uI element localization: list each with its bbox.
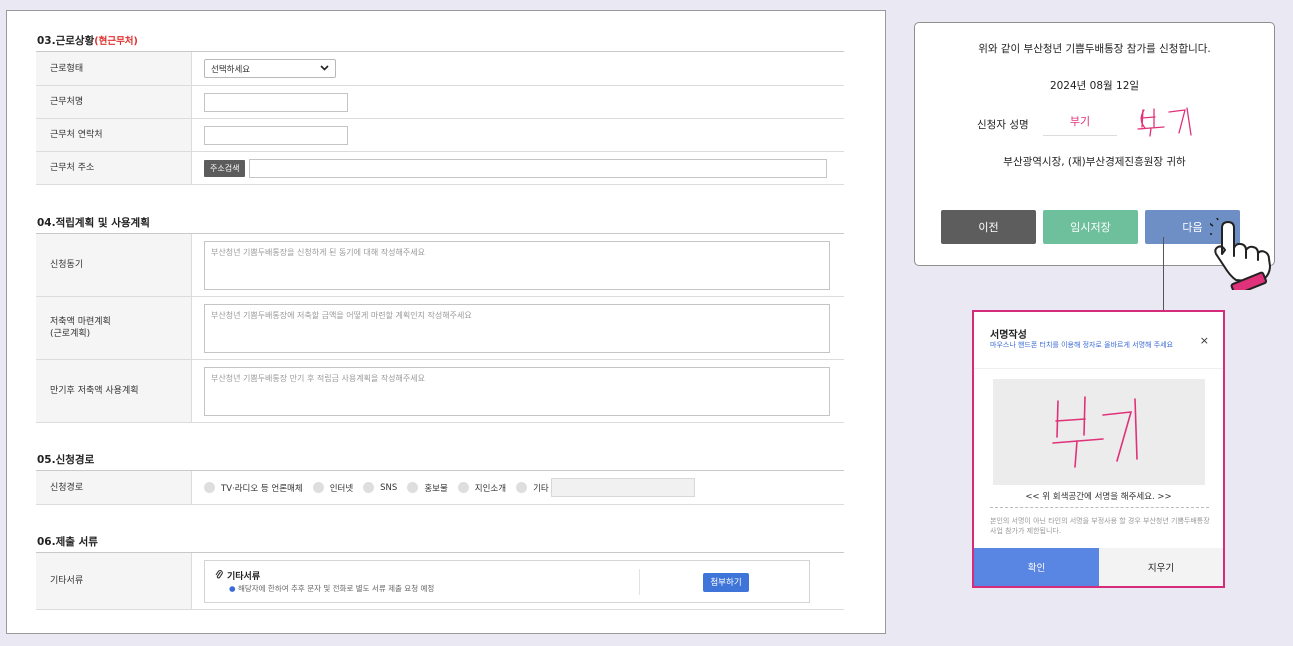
section-title-route: 05.신청경로: [37, 454, 95, 466]
route-other-input[interactable]: [550, 478, 695, 497]
table-row: 신청동기 부산청년 기쁨두배통장을 신청하게 된 동기에 대해 작성해주세요: [36, 234, 844, 297]
table-row: 근무처 주소 주소검색: [36, 152, 844, 185]
route-option-referral[interactable]: 지인소개: [457, 482, 507, 494]
attach-button[interactable]: 첨부하기: [703, 572, 749, 592]
confirm-button[interactable]: 확인: [974, 548, 1099, 586]
table-row: 만기후 저축액 사용계획 부산청년 기쁨두배통장 만기 후 적립금 사용계획을 …: [36, 360, 844, 423]
work-table: 근로형태 선택하세요 근무처명 근무처 연락처 근무처 주소 주소검색: [36, 51, 844, 185]
work-type-select[interactable]: 선택하세요: [204, 59, 336, 78]
saving-plan-label: 저축액 마련계획 (근로계획): [36, 297, 192, 359]
route-label: 신청경로: [36, 471, 192, 504]
modal-title: 서명작성: [990, 330, 1027, 341]
table-row: 저축액 마련계획 (근로계획) 부산청년 기쁨두배통장에 저축할 금액을 어떻게 …: [36, 297, 844, 360]
route-radio-group: TV·라디오 등 언론매체 인터넷 SNS 홍보물 지인소개 기타: [204, 478, 695, 497]
applicant-label: 신청자 성명: [977, 119, 1029, 131]
radio-circle[interactable]: [516, 482, 528, 493]
file-note: ● 해당자에 한하여 추후 문자 및 전화로 별도 서류 제출 요청 예정: [229, 583, 434, 594]
workplace-name-input[interactable]: [204, 92, 348, 112]
modal-subtitle: 마우스나 핸드폰 터치를 이용해 정자로 올바르게 서명해 주세요: [990, 341, 1174, 349]
table-row: 신청경로 TV·라디오 등 언론매체 인터넷 SNS 홍보물 지인소개 기타: [36, 471, 844, 505]
modal-hint: << 위 회색공간에 서명을 해주세요. >>: [1025, 492, 1172, 502]
section-title-plan: 04.적립계획 및 사용계획: [37, 217, 150, 229]
file-note-text: 해당자에 한하여 추후 문자 및 전화로 별도 서류 제출 요청 예정: [237, 583, 435, 593]
close-icon[interactable]: ×: [1200, 334, 1209, 347]
table-row: 근무처 연락처: [36, 119, 844, 152]
motive-textarea[interactable]: 부산청년 기쁨두배통장을 신청하게 된 동기에 대해 작성해주세요: [204, 240, 830, 290]
route-option-internet[interactable]: 인터넷: [312, 482, 354, 494]
signature-canvas[interactable]: [993, 379, 1205, 485]
work-type-label: 근로형태: [36, 52, 192, 85]
route-option-other[interactable]: 기타: [516, 482, 549, 494]
route-option-label: 홍보물: [424, 483, 448, 494]
saving-plan-textarea[interactable]: 부산청년 기쁨두배통장에 저축할 금액을 어떻게 마련할 계획인지 작성해주세요: [204, 303, 830, 353]
table-row: 근로형태 선택하세요: [36, 52, 844, 86]
route-option-media[interactable]: TV·라디오 등 언론매체: [204, 482, 303, 494]
file-upload-box: 기타서류 ● 해당자에 한하여 추후 문자 및 전화로 별도 서류 제출 요청 …: [204, 559, 810, 603]
docs-table: 기타서류 기타서류 ● 해당자에 한하여 추후 문자 및 전화로 별도 서류 제…: [36, 552, 844, 610]
use-plan-textarea[interactable]: 부산청년 기쁨두배통장 만기 후 적립금 사용계획을 작성해주세요: [204, 366, 830, 416]
work-type-select-value: 선택하세요: [211, 64, 251, 75]
saving-plan-label-line2: (근로계획): [50, 329, 91, 339]
workplace-contact-input[interactable]: [204, 125, 348, 145]
connector-line: [1163, 237, 1164, 310]
address-search-button[interactable]: 주소검색: [204, 159, 246, 177]
section-title-note: (현근무처): [94, 36, 138, 47]
confirm-recipient: 부산광역시장, (재)부산경제진흥원장 귀하: [1003, 156, 1186, 168]
chevron-down-icon: [320, 64, 329, 74]
temp-save-button[interactable]: 임시저장: [1043, 210, 1138, 244]
divider: [639, 568, 640, 595]
route-option-label: TV·라디오 등 언론매체: [221, 483, 303, 494]
applicant-name: 부기: [1043, 111, 1117, 136]
signature-modal: 서명작성 마우스나 핸드폰 터치를 이용해 정자로 올바르게 서명해 주세요 ×…: [972, 310, 1225, 588]
plan-table: 신청동기 부산청년 기쁨두배통장을 신청하게 된 동기에 대해 작성해주세요 저…: [36, 233, 844, 423]
saving-plan-label-line1: 저축액 마련계획: [50, 317, 111, 327]
radio-circle[interactable]: [457, 482, 469, 493]
bullet-icon: ●: [229, 583, 238, 593]
radio-circle[interactable]: [407, 482, 419, 493]
file-title: 기타서류: [227, 571, 261, 582]
table-row: 근무처명: [36, 86, 844, 119]
workplace-address-input[interactable]: [249, 158, 828, 178]
route-option-label: 기타: [533, 483, 549, 494]
confirm-date: 2024년 08월 12일: [1049, 80, 1140, 92]
divider: [974, 368, 1223, 369]
hand-pointer-icon: [1207, 215, 1276, 296]
section-title-work: 03.근로상황(현근무처): [37, 35, 138, 47]
radio-circle[interactable]: [312, 482, 324, 493]
docs-label: 기타서류: [36, 553, 192, 609]
confirm-statement: 위와 같이 부산청년 기쁨두배통장 참가를 신청합니다.: [978, 43, 1211, 55]
radio-circle[interactable]: [204, 482, 215, 493]
workplace-name-label: 근무처명: [36, 86, 192, 118]
table-row: 기타서류 기타서류 ● 해당자에 한하여 추후 문자 및 전화로 별도 서류 제…: [36, 553, 844, 610]
workplace-contact-label: 근무처 연락처: [36, 119, 192, 151]
route-option-label: 지인소개: [474, 483, 507, 494]
route-option-flyer[interactable]: 홍보물: [407, 482, 448, 494]
route-option-label: SNS: [380, 482, 398, 493]
signature-image[interactable]: [1135, 105, 1199, 141]
divider: [990, 507, 1209, 508]
route-table: 신청경로 TV·라디오 등 언론매체 인터넷 SNS 홍보물 지인소개 기타: [36, 470, 844, 505]
clear-button[interactable]: 지우기: [1099, 548, 1223, 586]
use-plan-label: 만기후 저축액 사용계획: [36, 360, 192, 422]
modal-warning: 본인의 서명이 아닌 타인의 서명을 부정사용 할 경우 부산청년 기쁨두배통장…: [990, 517, 1210, 535]
route-option-sns[interactable]: SNS: [363, 482, 397, 493]
section-title-docs: 06.제출 서류: [37, 536, 98, 548]
application-form: 03.근로상황(현근무처) 근로형태 선택하세요 근무처명 근무처 연락처 근무…: [6, 10, 886, 634]
paperclip-icon: [215, 569, 223, 583]
workplace-address-label: 근무처 주소: [36, 152, 192, 184]
route-option-label: 인터넷: [329, 483, 354, 494]
motive-label: 신청동기: [36, 234, 192, 296]
prev-button[interactable]: 이전: [941, 210, 1036, 244]
radio-circle[interactable]: [363, 482, 375, 493]
